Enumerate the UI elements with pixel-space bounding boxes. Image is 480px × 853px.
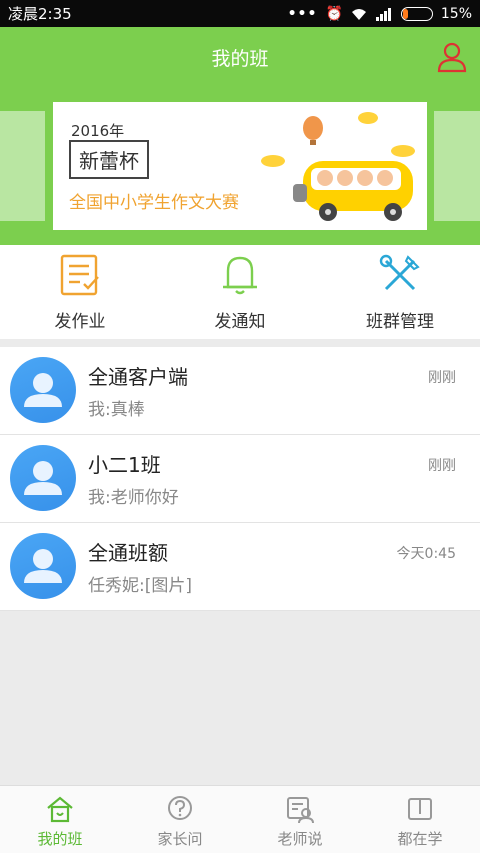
user-avatar-icon	[24, 461, 62, 495]
homework-icon	[60, 254, 99, 296]
chat-last-message: 我:老师你好	[88, 488, 179, 508]
user-avatar-icon	[24, 549, 62, 583]
home-icon	[47, 796, 73, 823]
signal-icon	[375, 7, 391, 21]
status-icons: ••• ⏰ 15%	[288, 6, 472, 22]
alarm-icon: ⏰	[325, 5, 343, 22]
banner-carousel[interactable]: 2016年 新蕾杯 全国中小学生作文大赛	[0, 87, 480, 245]
nav-all-learn[interactable]: 都在学	[360, 786, 480, 853]
banner-next-slide[interactable]	[434, 111, 480, 221]
chat-last-message: 我:真棒	[88, 400, 145, 420]
tools-icon	[379, 254, 420, 291]
action-homework-label: 发作业	[54, 312, 106, 332]
chat-name: 全通客户端	[88, 365, 188, 389]
chat-last-message: 任秀妮:[图片]	[88, 576, 192, 596]
bell-icon	[223, 256, 257, 295]
action-group-manage[interactable]: 班群管理	[320, 245, 480, 339]
action-homework[interactable]: 发作业	[0, 245, 160, 339]
nav-teacher-say-label: 老师说	[277, 830, 323, 848]
chat-time: 刚刚	[428, 458, 456, 474]
action-notice[interactable]: 发通知	[160, 245, 320, 339]
avatar	[10, 533, 76, 599]
action-notice-label: 发通知	[214, 312, 266, 332]
avatar	[10, 445, 76, 511]
book-icon	[408, 798, 432, 820]
more-dots-icon: •••	[287, 5, 318, 22]
status-time: 凌晨2:35	[8, 5, 72, 23]
chat-name: 全通班额	[88, 541, 168, 565]
status-bar: 凌晨2:35 ••• ⏰ 15%	[0, 0, 480, 27]
chat-time: 今天0:45	[396, 546, 456, 562]
action-group-manage-label: 班群管理	[366, 312, 434, 332]
nav-parent-ask[interactable]: 家长问	[120, 786, 240, 853]
page-title: 我的班	[211, 47, 269, 70]
banner-cup-name: 新蕾杯	[69, 140, 149, 179]
question-chat-icon	[168, 796, 192, 820]
bottom-nav: 我的班 家长问 老师说 都在学	[0, 785, 480, 853]
chat-time: 刚刚	[428, 370, 456, 386]
chat-list: 全通客户端 我:真棒 刚刚 小二1班 我:老师你好 刚刚 全通班额 任秀妮:[图…	[0, 347, 480, 611]
nav-my-class[interactable]: 我的班	[0, 786, 120, 853]
avatar	[10, 357, 76, 423]
nav-teacher-say[interactable]: 老师说	[240, 786, 360, 853]
banner-year: 2016年	[71, 122, 125, 140]
nav-all-learn-label: 都在学	[397, 830, 443, 848]
top-bar: 我的班	[0, 27, 480, 87]
chat-item[interactable]: 全通客户端 我:真棒 刚刚	[0, 347, 480, 435]
banner-subtitle: 全国中小学生作文大赛	[69, 193, 239, 213]
chat-item[interactable]: 全通班额 任秀妮:[图片] 今天0:45	[0, 523, 480, 611]
school-bus-illustration	[261, 112, 415, 221]
profile-icon[interactable]	[436, 41, 468, 73]
teacher-icon	[287, 797, 314, 824]
battery-icon	[400, 6, 433, 21]
chat-item[interactable]: 小二1班 我:老师你好 刚刚	[0, 435, 480, 523]
banner-slide[interactable]: 2016年 新蕾杯 全国中小学生作文大赛	[53, 102, 427, 230]
wifi-icon	[351, 8, 366, 20]
user-avatar-icon	[24, 373, 62, 407]
nav-my-class-label: 我的班	[37, 830, 83, 848]
nav-parent-ask-label: 家长问	[157, 830, 203, 848]
battery-percent: 15%	[440, 5, 472, 22]
chat-name: 小二1班	[88, 453, 161, 477]
quick-actions: 发作业 发通知 班群管理	[0, 245, 480, 339]
banner-prev-slide[interactable]	[0, 111, 45, 221]
